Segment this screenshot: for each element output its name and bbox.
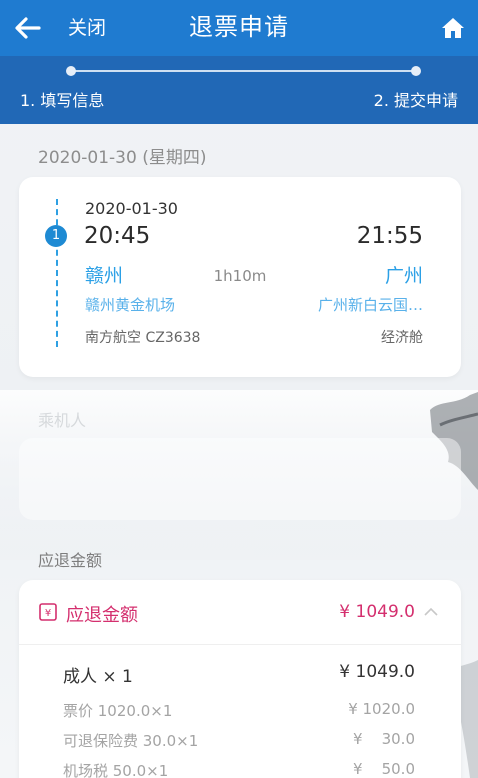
step1-dot [66,66,76,76]
step1-label: 1. 填写信息 [20,91,105,110]
departure-time: 20:45 [84,223,151,249]
arrival-time: 21:55 [356,223,423,249]
step2-dot [411,66,421,76]
app-header: 关闭 退票申请 [0,0,478,56]
refund-section-label: 应退金额 [38,551,103,570]
flight-card: 1 2020-01-30 20:45 21:55 赣州 1h10m 广州 赣州黄… [19,177,461,377]
refund-summary-header[interactable]: ¥ 应退金额 ¥ 1049.0 [19,580,461,645]
page-title: 退票申请 [189,13,289,41]
refund-total: ¥ 1049.0 [339,602,415,622]
yen-badge-icon: ¥ [39,603,57,621]
arrival-airport: 广州新白云国… [317,296,423,314]
cabin-class: 经济舱 [381,330,423,346]
adult-count: 成人 × 1 [63,667,133,687]
insurance-row-label: 可退保险费 30.0×1 [63,732,199,750]
refund-card: ¥ 应退金额 ¥ 1049.0 成人 × 1 ¥ 1049.0 票价 1020.… [19,580,461,778]
segment-badge: 1 [45,225,67,247]
progress-steps: 1. 填写信息 2. 提交申请 [0,56,478,124]
home-icon [442,18,464,38]
airport-tax-row-label: 机场税 50.0×1 [63,762,169,778]
airport-tax-row-amount: ¥ 50.0 [352,760,415,778]
chevron-up-icon [424,607,438,616]
step2-label: 2. 提交申请 [373,91,458,110]
passenger-section-label: 乘机人 [38,411,87,430]
svg-text:¥: ¥ [45,608,51,619]
progress-bar [71,70,416,72]
flight-date: 2020-01-30 [85,199,178,218]
insurance-row-amount: ¥ 30.0 [352,730,415,748]
fare-row-amount: ¥ 1020.0 [348,700,415,718]
fare-row-label: 票价 1020.0×1 [63,702,173,720]
refund-title: 应退金额 [66,605,138,626]
airline-flight-number: 南方航空 CZ3638 [85,330,201,346]
passenger-card [19,438,461,520]
flight-date-heading: 2020-01-30 (星期四) [38,148,207,168]
arrival-city: 广州 [384,265,423,287]
adult-amount: ¥ 1049.0 [339,662,415,682]
home-button[interactable] [438,13,468,43]
departure-airport: 赣州黄金机场 [85,296,176,314]
